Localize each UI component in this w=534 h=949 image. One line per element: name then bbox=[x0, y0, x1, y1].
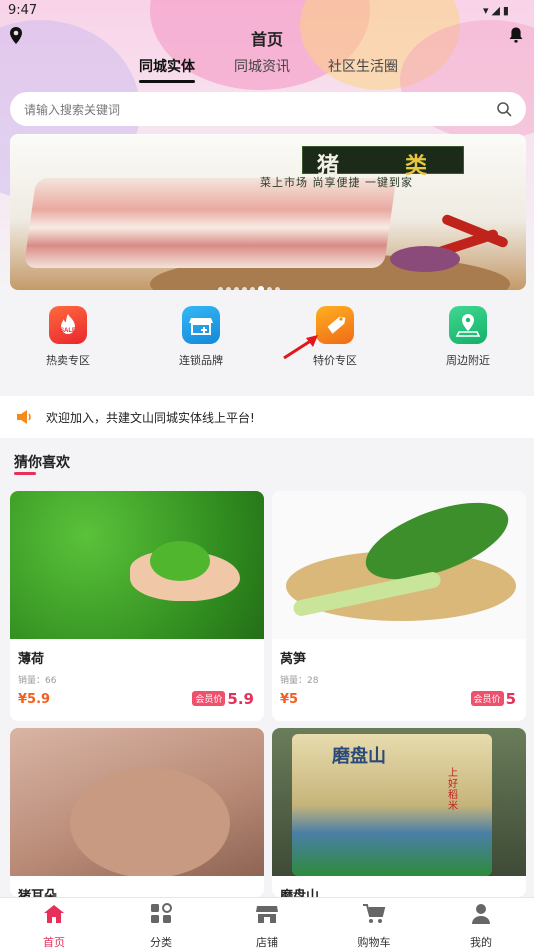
search-input[interactable]: 请输入搜索关键词 bbox=[24, 101, 120, 118]
recommend-section-header: 猜你喜欢 bbox=[0, 440, 534, 480]
carousel-dot[interactable] bbox=[218, 287, 223, 290]
nav-label: 我的 bbox=[470, 936, 492, 949]
search-icon[interactable] bbox=[496, 101, 512, 117]
shop-icon bbox=[256, 906, 278, 923]
map-pin-icon bbox=[449, 306, 487, 344]
pointer-arrow-annotation bbox=[283, 335, 318, 360]
product-image[interactable]: 磨盘山 上好稻米 bbox=[272, 728, 526, 876]
carousel-dots bbox=[218, 277, 283, 290]
search-bar[interactable]: 请输入搜索关键词 bbox=[10, 92, 526, 126]
carousel-dot[interactable] bbox=[250, 287, 255, 290]
product-image[interactable] bbox=[10, 491, 264, 639]
vip-tag: 会员价 bbox=[470, 691, 504, 706]
top-tabs: 同城实体 同城资讯 社区生活圈 bbox=[0, 56, 534, 86]
promo-banner[interactable]: 猪 类 菜上市场 尚享便捷 一键到家 bbox=[10, 134, 526, 290]
vip-price: 会员价 5.9 bbox=[192, 690, 254, 708]
nav-category[interactable]: 分类 bbox=[121, 903, 201, 949]
category-grid: SALE 热卖专区 连锁品牌 特价专区 周边附近 bbox=[0, 300, 534, 390]
rice-bag-text: 磨盘山 bbox=[332, 746, 386, 766]
product-image[interactable] bbox=[10, 728, 264, 876]
nav-label: 首页 bbox=[43, 936, 65, 949]
vip-price-value: 5.9 bbox=[227, 690, 254, 708]
nav-label: 分类 bbox=[150, 936, 172, 949]
category-label: 热卖专区 bbox=[46, 354, 90, 367]
svg-text:SALE: SALE bbox=[60, 328, 76, 334]
cart-icon bbox=[363, 904, 386, 923]
tab-community[interactable]: 社区生活圈 bbox=[328, 56, 398, 76]
carousel-dot-active[interactable] bbox=[258, 286, 264, 290]
pig-ear bbox=[70, 768, 230, 876]
product-name: 猪耳朵 bbox=[18, 889, 58, 897]
bell-icon[interactable] bbox=[508, 26, 524, 44]
vip-price: 会员价 5 bbox=[470, 690, 516, 708]
pork-belly-image bbox=[23, 178, 397, 268]
rice-bag-subtext: 上好稻米 bbox=[448, 768, 458, 812]
category-label: 周边附近 bbox=[446, 354, 490, 367]
carousel-dot[interactable] bbox=[267, 287, 272, 290]
status-icons: ▾◢▮ bbox=[482, 4, 512, 17]
product-price: ¥5 bbox=[280, 692, 299, 707]
banner-title: 猪 类 bbox=[302, 146, 464, 179]
tab-local-business[interactable]: 同城实体 bbox=[139, 56, 195, 83]
product-card[interactable]: 磨盘山 上好稻米 磨盘山 bbox=[272, 728, 526, 897]
category-chain-brand[interactable]: 连锁品牌 bbox=[151, 306, 251, 368]
product-sales: 销量：66 bbox=[18, 676, 57, 686]
mint-leaves bbox=[150, 541, 210, 581]
product-name: 薄荷 bbox=[18, 652, 45, 667]
user-icon bbox=[472, 904, 490, 924]
shallot bbox=[390, 246, 460, 272]
vip-tag: 会员价 bbox=[192, 691, 226, 706]
vip-price-value: 5 bbox=[505, 690, 516, 708]
carousel-dot[interactable] bbox=[226, 287, 231, 290]
category-nearby[interactable]: 周边附近 bbox=[418, 306, 518, 368]
nav-label: 店铺 bbox=[256, 936, 278, 949]
carousel-dot[interactable] bbox=[234, 287, 239, 290]
product-card[interactable]: 猪耳朵 bbox=[10, 728, 264, 897]
banner-subtitle: 菜上市场 尚享便捷 一键到家 bbox=[260, 176, 413, 189]
tab-local-news[interactable]: 同城资讯 bbox=[234, 56, 290, 76]
nav-home[interactable]: 首页 bbox=[14, 903, 94, 949]
product-card[interactable]: 莴笋 销量：28 ¥5 会员价 5 bbox=[272, 491, 526, 721]
store-plus-icon bbox=[182, 306, 220, 344]
sale-icon: SALE bbox=[49, 306, 87, 344]
notice-text: 欢迎加入，共建文山同城实体线上平台! bbox=[46, 411, 255, 425]
section-title: 猜你喜欢 bbox=[14, 455, 70, 471]
speaker-icon bbox=[17, 410, 31, 424]
product-card[interactable]: 薄荷 销量：66 ¥5.9 会员价 5.9 bbox=[10, 491, 264, 721]
product-sales: 销量：28 bbox=[280, 676, 319, 686]
category-hot-sale[interactable]: SALE 热卖专区 bbox=[18, 306, 118, 368]
nav-label: 购物车 bbox=[357, 936, 391, 949]
nav-cart[interactable]: 购物车 bbox=[334, 903, 414, 949]
carousel-dot[interactable] bbox=[275, 287, 280, 290]
home-icon bbox=[44, 905, 64, 923]
bottom-nav: 首页 分类 店铺 购物车 我的 bbox=[0, 897, 534, 949]
status-time: 9:47 bbox=[8, 3, 38, 18]
product-image[interactable] bbox=[272, 491, 526, 639]
nav-profile[interactable]: 我的 bbox=[441, 903, 521, 949]
category-label: 连锁品牌 bbox=[179, 354, 223, 367]
grid-icon bbox=[151, 903, 172, 923]
nav-shop[interactable]: 店铺 bbox=[227, 903, 307, 949]
notice-bar[interactable]: 欢迎加入，共建文山同城实体线上平台! bbox=[0, 396, 534, 438]
status-bar: 9:47 ▾◢▮ bbox=[0, 0, 534, 22]
page-title: 首页 bbox=[250, 30, 283, 49]
product-name: 莴笋 bbox=[280, 652, 307, 667]
product-price: ¥5.9 bbox=[18, 692, 51, 707]
product-name: 磨盘山 bbox=[280, 889, 320, 897]
section-underline bbox=[14, 472, 36, 475]
carousel-dot[interactable] bbox=[242, 287, 247, 290]
